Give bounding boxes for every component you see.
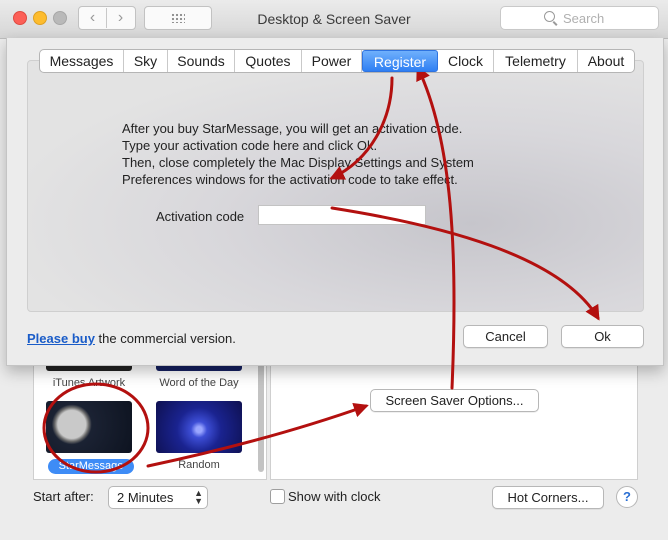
activation-code-label: Activation code <box>156 209 245 224</box>
starmessage-selected-label: StarMessage <box>48 459 134 474</box>
hot-corners-button[interactable]: Hot Corners... <box>492 486 604 509</box>
tab-about[interactable]: About <box>578 50 634 72</box>
instruction-line: Preferences windows for the activation c… <box>122 172 458 187</box>
thumbnail-label: Random <box>178 459 220 471</box>
start-after-value: 2 Minutes <box>117 490 174 505</box>
tab-sky[interactable]: Sky <box>124 50 168 72</box>
instruction-line: After you buy StarMessage, you will get … <box>122 121 463 136</box>
ok-button[interactable]: Ok <box>561 325 644 348</box>
starmessage-thumbnail[interactable] <box>46 401 132 453</box>
starmessage-settings-sheet: After you buy StarMessage, you will get … <box>6 38 664 366</box>
random-thumbnail[interactable] <box>156 401 242 453</box>
start-after-label: Start after: <box>33 489 94 504</box>
help-button[interactable]: ? <box>616 486 638 508</box>
activation-code-input[interactable] <box>258 205 426 225</box>
thumbnail-label: Word of the Day <box>159 377 239 389</box>
tab-power[interactable]: Power <box>302 50 362 72</box>
screen-saver-options-button[interactable]: Screen Saver Options... <box>370 389 539 412</box>
stepper-arrows-icon: ▲ ▼ <box>194 488 203 506</box>
purchase-note: Please buy the commercial version. <box>27 331 236 346</box>
tab-register[interactable]: Register <box>362 50 438 72</box>
thumbnail-label: iTunes Artwork <box>52 377 126 389</box>
cancel-button[interactable]: Cancel <box>463 325 548 348</box>
tab-messages[interactable]: Messages <box>40 50 124 72</box>
search-field[interactable] <box>500 6 659 30</box>
search-input[interactable] <box>561 10 655 27</box>
register-tab-panel: After you buy StarMessage, you will get … <box>27 60 644 312</box>
title-bar: ‹ › Desktop & Screen Saver <box>0 0 668 39</box>
instruction-line: Type your activation code here and click… <box>122 138 378 153</box>
tab-clock[interactable]: Clock <box>438 50 494 72</box>
show-with-clock-label: Show with clock <box>288 489 381 504</box>
tab-quotes[interactable]: Quotes <box>235 50 302 72</box>
tab-telemetry[interactable]: Telemetry <box>494 50 578 72</box>
purchase-note-text: the commercial version. <box>94 331 236 346</box>
tab-sounds[interactable]: Sounds <box>168 50 235 72</box>
settings-tabs: Messages Sky Sounds Quotes Power Registe… <box>39 49 635 73</box>
search-icon <box>544 11 555 22</box>
show-with-clock-checkbox[interactable] <box>270 489 285 504</box>
start-after-select[interactable]: 2 Minutes ▲ ▼ <box>108 486 208 509</box>
instruction-line: Then, close completely the Mac Display S… <box>122 155 474 170</box>
please-buy-link[interactable]: Please buy <box>27 331 95 346</box>
register-instructions: After you buy StarMessage, you will get … <box>122 120 542 188</box>
